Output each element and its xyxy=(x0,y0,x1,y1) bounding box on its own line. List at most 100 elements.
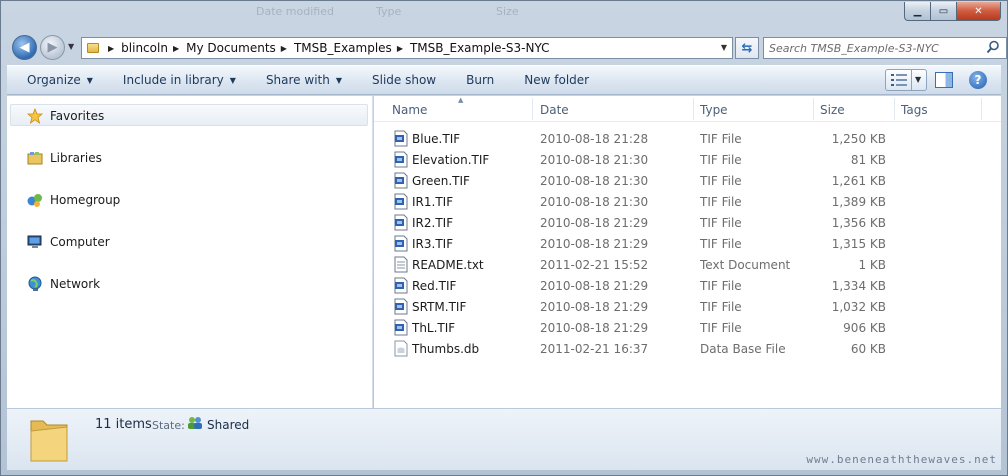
refresh-button[interactable]: ⇆ xyxy=(735,37,759,59)
table-row[interactable]: Green.TIF 2010-08-18 21:30 TIF File 1,261 K… xyxy=(374,170,1001,191)
folder-icon xyxy=(30,420,68,462)
sidebar-item-label: Homegroup xyxy=(50,193,121,207)
arrow-left-icon: ◀ xyxy=(19,40,30,55)
change-view-button[interactable]: ▼ xyxy=(885,69,927,91)
file-name: Green.TIF xyxy=(412,174,470,188)
table-row[interactable]: SRTM.TIF 2010-08-18 21:29 TIF File 1,032 KB xyxy=(374,296,1001,317)
table-row[interactable]: IR3.TIF 2010-08-18 21:29 TIF File 1,315 KB xyxy=(374,233,1001,254)
table-row[interactable]: IR1.TIF 2010-08-18 21:30 TIF File 1,389 KB xyxy=(374,191,1001,212)
table-row[interactable]: Thumbs.db 2011-02-21 16:37 Data Base File 6… xyxy=(374,338,1001,359)
breadcrumb-blincoln[interactable]: blincoln xyxy=(121,41,168,55)
refresh-icon: ⇆ xyxy=(741,40,753,56)
file-name: IR1.TIF xyxy=(412,195,454,209)
navigation-bar: ◀ ▶ ▼ ▶ blincoln ▶ My Documents ▶ TMSB_E… xyxy=(9,31,1007,63)
include-in-library-menu[interactable]: Include in library ▼ xyxy=(123,73,236,87)
search-box xyxy=(763,37,1007,59)
network-icon xyxy=(28,276,42,291)
file-size: 1,250 KB xyxy=(831,132,886,146)
column-header-name[interactable]: Name xyxy=(392,103,427,117)
tif-file-icon xyxy=(393,130,409,147)
file-size: 1,334 KB xyxy=(831,279,886,293)
file-date: 2010-08-18 21:29 xyxy=(540,237,649,251)
column-header-size[interactable]: Size xyxy=(820,103,845,117)
search-input[interactable] xyxy=(769,41,981,55)
file-size: 1,389 KB xyxy=(831,195,886,209)
table-row[interactable]: Elevation.TIF 2010-08-18 21:30 TIF File 81 … xyxy=(374,149,1001,170)
star-icon xyxy=(27,108,43,124)
file-type: TIF File xyxy=(700,300,742,314)
sidebar-item-network[interactable]: Network xyxy=(27,276,100,292)
column-header-type[interactable]: Type xyxy=(700,103,728,117)
table-row[interactable]: IR2.TIF 2010-08-18 21:29 TIF File 1,356 KB xyxy=(374,212,1001,233)
tif-file-icon xyxy=(393,235,409,252)
search-icon[interactable] xyxy=(986,40,1000,54)
file-type: TIF File xyxy=(700,132,742,146)
breadcrumb-chevron-icon[interactable]: ▶ xyxy=(397,44,403,53)
recent-pages-dropdown-icon[interactable]: ▼ xyxy=(68,42,74,51)
sidebar-item-favorites[interactable]: Favorites xyxy=(27,108,104,124)
organize-label: Organize xyxy=(27,73,81,87)
burn-button[interactable]: Burn xyxy=(466,73,494,87)
file-size: 1 KB xyxy=(858,258,886,272)
view-options-dropdown-icon[interactable]: ▼ xyxy=(915,75,921,84)
file-date: 2010-08-18 21:29 xyxy=(540,321,649,335)
sidebar-item-libraries[interactable]: Libraries xyxy=(27,150,102,166)
text-file-icon xyxy=(393,256,409,273)
sidebar-item-homegroup[interactable]: Homegroup xyxy=(27,192,120,208)
preview-pane-button[interactable] xyxy=(935,72,953,88)
watermark-text: www.beneneaththewaves.net xyxy=(806,453,997,466)
arrow-right-icon: ▶ xyxy=(47,40,58,55)
file-date: 2011-02-21 15:52 xyxy=(540,258,649,272)
file-name: Thumbs.db xyxy=(412,342,480,356)
chevron-down-icon: ▼ xyxy=(86,75,93,85)
file-name: README.txt xyxy=(412,258,484,272)
table-row[interactable]: README.txt 2011-02-21 15:52 Text Document 1… xyxy=(374,254,1001,275)
slide-show-button[interactable]: Slide show xyxy=(372,73,436,87)
address-bar[interactable]: ▶ blincoln ▶ My Documents ▶ TMSB_Example… xyxy=(81,37,733,59)
maximize-button[interactable]: ▭ xyxy=(931,2,957,21)
close-button[interactable]: ✕ xyxy=(957,2,1001,21)
file-name: IR2.TIF xyxy=(412,216,454,230)
file-list: ▲ Name Date Type Size Tags Blue.TIF 2010-… xyxy=(374,96,1001,408)
table-row[interactable]: Red.TIF 2010-08-18 21:29 TIF File 1,334 KB xyxy=(374,275,1001,296)
chevron-down-icon: ▼ xyxy=(335,75,342,85)
file-name: Elevation.TIF xyxy=(412,153,490,167)
column-header-date[interactable]: Date xyxy=(540,103,569,117)
table-row[interactable]: Blue.TIF 2010-08-18 21:28 TIF File 1,250 KB xyxy=(374,128,1001,149)
share-with-menu[interactable]: Share with ▼ xyxy=(266,73,342,87)
file-date: 2010-08-18 21:28 xyxy=(540,132,649,146)
sidebar-item-label: Libraries xyxy=(50,151,102,165)
file-size: 60 KB xyxy=(850,342,886,356)
command-bar: Organize ▼ Include in library ▼ Share with… xyxy=(7,65,1001,95)
breadcrumb-chevron-icon[interactable]: ▶ xyxy=(173,44,179,53)
back-button[interactable]: ◀ xyxy=(12,35,37,60)
minimize-button[interactable]: ▁ xyxy=(904,2,931,21)
sidebar-item-label: Favorites xyxy=(50,109,105,123)
file-type: TIF File xyxy=(700,321,742,335)
table-row[interactable]: ThL.TIF 2010-08-18 21:29 TIF File 906 KB xyxy=(374,317,1001,338)
breadcrumb-current-folder[interactable]: TMSB_Example-S3-NYC xyxy=(410,41,550,55)
organize-menu[interactable]: Organize ▼ xyxy=(27,73,93,87)
forward-button[interactable]: ▶ xyxy=(40,35,65,60)
view-controls: ▼ ? xyxy=(885,66,1001,94)
breadcrumb-my-documents[interactable]: My Documents xyxy=(186,41,276,55)
breadcrumb-chevron-icon[interactable]: ▶ xyxy=(108,44,114,53)
tif-file-icon xyxy=(393,298,409,315)
new-folder-button[interactable]: New folder xyxy=(524,73,589,87)
tif-file-icon xyxy=(393,193,409,210)
file-date: 2010-08-18 21:29 xyxy=(540,216,649,230)
file-type: TIF File xyxy=(700,153,742,167)
address-dropdown-icon[interactable]: ▼ xyxy=(721,43,727,52)
breadcrumb-tmsb-examples[interactable]: TMSB_Examples xyxy=(294,41,392,55)
breadcrumb-chevron-icon[interactable]: ▶ xyxy=(281,44,287,53)
column-header-tags[interactable]: Tags xyxy=(901,103,928,117)
file-type: TIF File xyxy=(700,174,742,188)
file-date: 2010-08-18 21:29 xyxy=(540,279,649,293)
file-date: 2010-08-18 21:29 xyxy=(540,300,649,314)
help-button[interactable]: ? xyxy=(969,71,987,89)
sidebar-item-computer[interactable]: Computer xyxy=(27,234,110,250)
file-type: Data Base File xyxy=(700,342,786,356)
file-size: 81 KB xyxy=(850,153,886,167)
sidebar-item-label: Computer xyxy=(50,235,110,249)
tif-file-icon xyxy=(393,151,409,168)
